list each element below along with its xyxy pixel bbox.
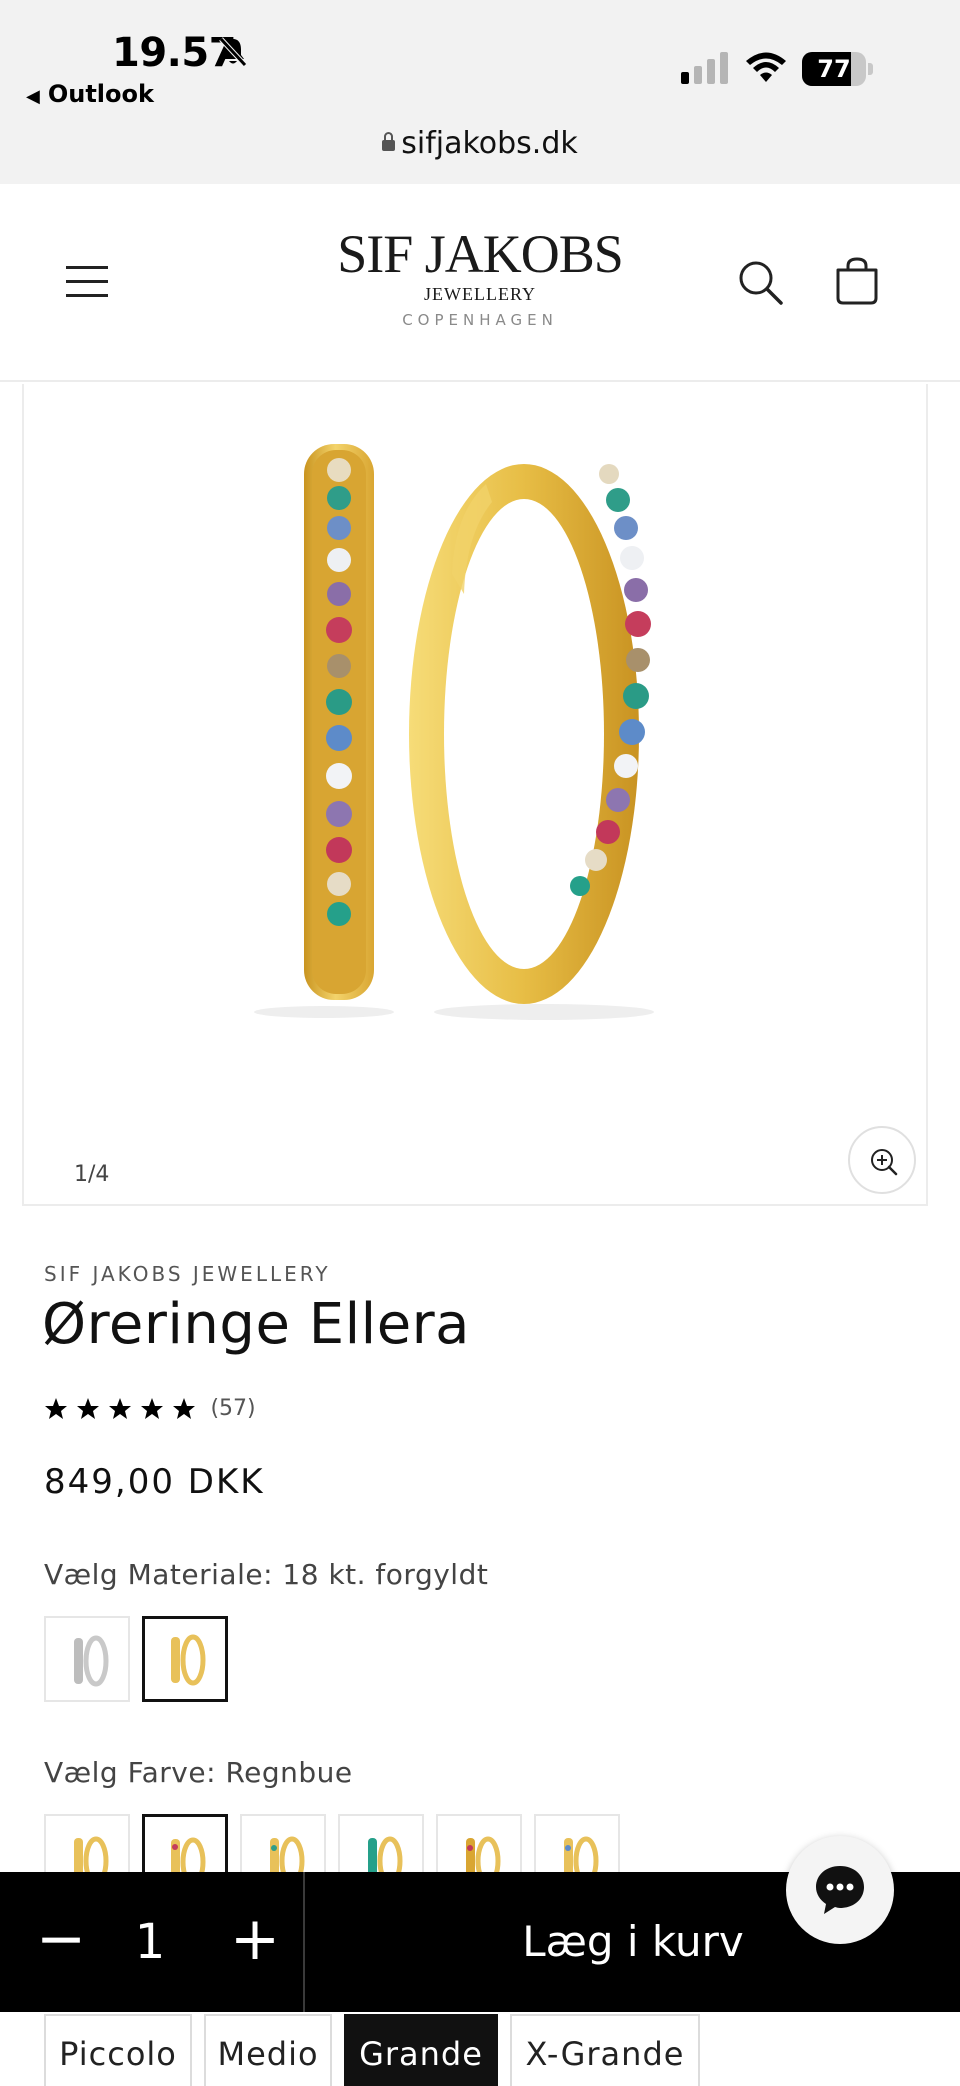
slide-counter: 1/4 [74,1162,110,1187]
rating[interactable]: (57) [44,1394,256,1424]
status-bar: 19.57 ◀ Outlook 77 sifjakobs.dk [0,0,960,184]
lock-icon [382,132,396,151]
product-image [254,444,654,1020]
material-swatch-silver[interactable] [44,1616,130,1702]
chat-button[interactable] [786,1836,894,1944]
size-option-grande[interactable]: Grande [344,2014,498,2086]
divider [303,1872,305,2012]
material-swatch-gold[interactable] [142,1616,228,1702]
cart-icon[interactable] [832,256,882,306]
site-header: SIF JAKOBS JEWELLERY COPENHAGEN [0,184,960,382]
quantity-increase-button[interactable]: + [220,1909,290,1974]
menu-icon[interactable] [66,260,108,302]
search-icon[interactable] [736,258,786,308]
site-logo[interactable]: SIF JAKOBS JEWELLERY COPENHAGEN [300,226,660,329]
signal-icon [680,52,730,89]
quantity-decrease-button[interactable]: − [26,1909,96,1974]
color-label: Vælg Farve: Regnbue [44,1756,353,1789]
wifi-icon [744,50,788,89]
size-option-piccolo[interactable]: Piccolo [44,2014,192,2086]
size-option-x-grande[interactable]: X-Grande [510,2014,700,2086]
product-title: Øreringe Ellera [42,1292,470,1357]
back-to-app-link[interactable]: ◀ Outlook [26,80,154,108]
star-rating-icon [45,1398,195,1419]
rating-count: (57) [210,1395,256,1421]
product-vendor: SIF JAKOBS JEWELLERY [44,1262,331,1286]
url-text: sifjakobs.dk [401,126,578,161]
product-price: 849,00 DKK [44,1462,265,1502]
quantity-field[interactable]: 1 [110,1910,190,1974]
chat-icon [816,1866,864,1914]
material-label: Vælg Materiale: 18 kt. forgyldt [44,1558,489,1591]
size-option-medio[interactable]: Medio [204,2014,332,2086]
product-gallery[interactable]: 1/4 [22,384,928,1206]
back-arrow-icon: ◀ [26,86,40,107]
zoom-in-icon[interactable] [848,1126,916,1194]
address-bar[interactable]: sifjakobs.dk [0,126,960,161]
battery-indicator: 77 [802,52,873,86]
bell-off-icon [218,36,248,73]
